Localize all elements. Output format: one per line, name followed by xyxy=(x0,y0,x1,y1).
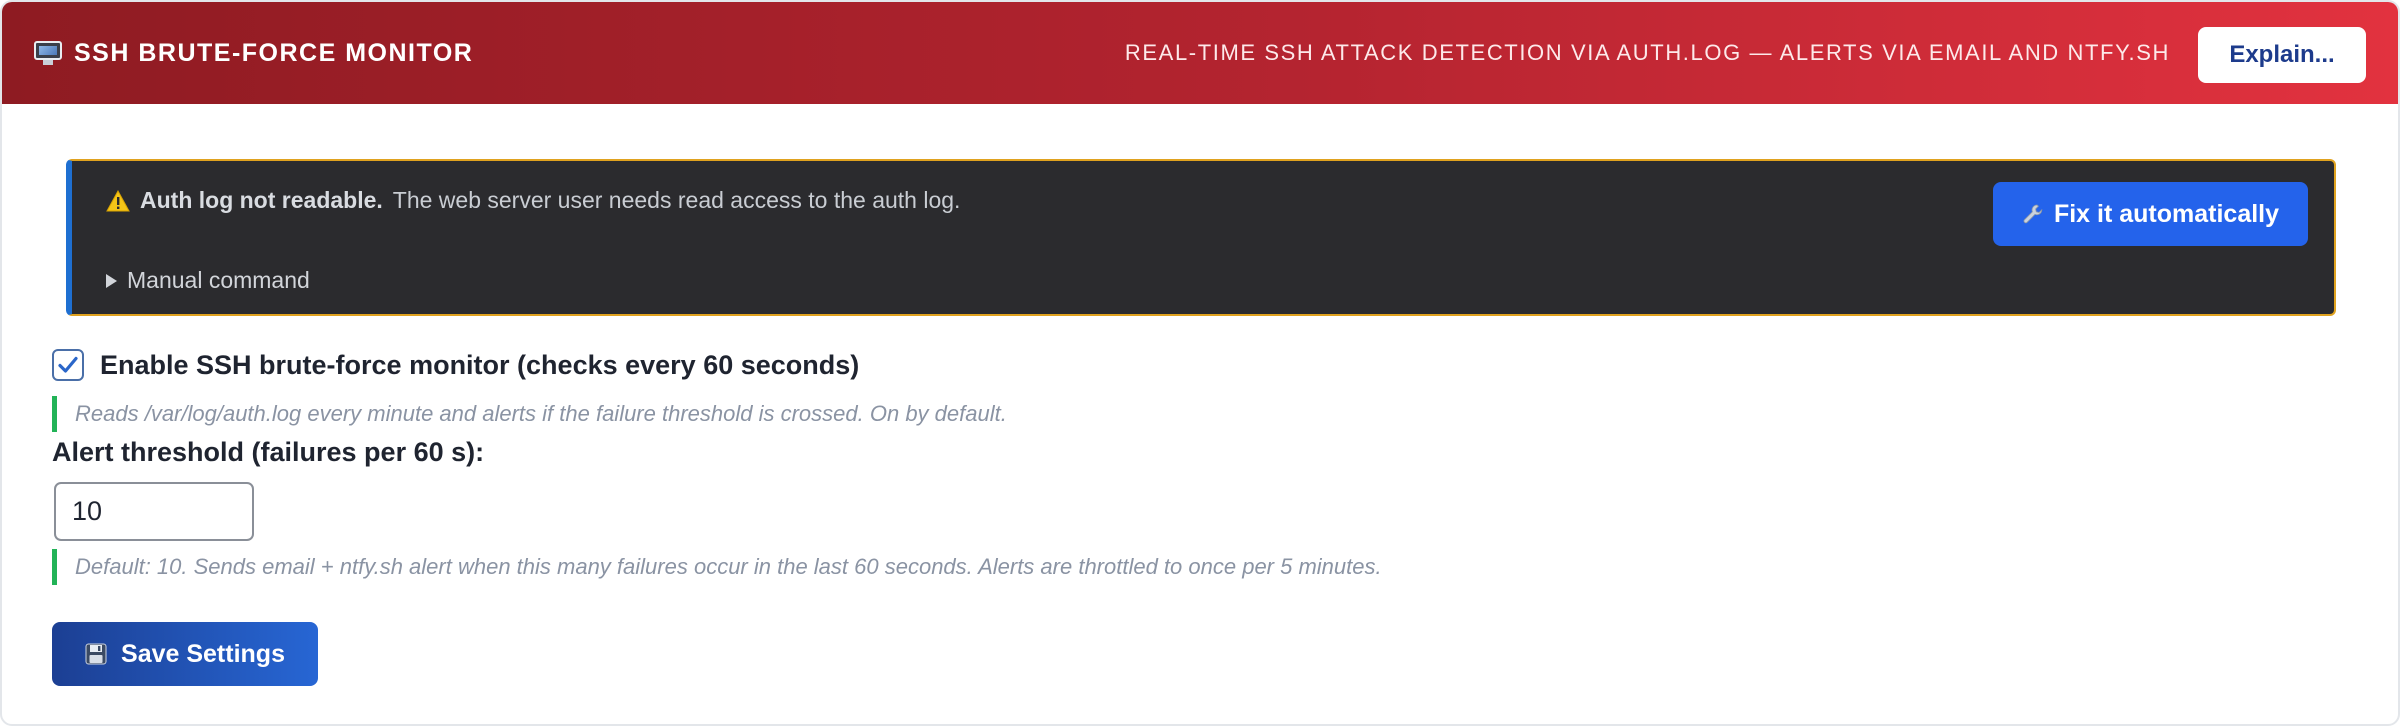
fix-automatically-label: Fix it automatically xyxy=(2053,199,2280,228)
app-title-group: SSH BRUTE-FORCE MONITOR xyxy=(34,2,473,104)
manual-command-label: Manual command xyxy=(127,267,310,293)
disclosure-triangle-icon xyxy=(106,273,117,288)
checkmark-icon xyxy=(58,356,78,373)
warning-icon xyxy=(106,189,130,211)
header-subtitle: REAL-TIME SSH ATTACK DETECTION VIA AUTH.… xyxy=(1124,40,2170,65)
save-settings-label: Save Settings xyxy=(121,639,285,668)
enable-monitor-checkbox[interactable] xyxy=(52,349,84,381)
enable-monitor-label[interactable]: Enable SSH brute-force monitor (checks e… xyxy=(100,350,859,381)
ssh-monitor-panel: SSH BRUTE-FORCE MONITOR REAL-TIME SSH AT… xyxy=(0,0,2400,726)
wrench-icon xyxy=(2023,204,2043,224)
app-title: SSH BRUTE-FORCE MONITOR xyxy=(74,38,474,67)
alert-title: Auth log not readable. xyxy=(140,187,383,213)
threshold-input[interactable] xyxy=(54,482,254,541)
explain-button[interactable]: Explain... xyxy=(2198,27,2366,83)
alert-message: The web server user needs read access to… xyxy=(392,187,961,213)
enable-monitor-row: Enable SSH brute-force monitor (checks e… xyxy=(52,349,859,381)
floppy-disk-icon xyxy=(85,643,107,665)
fix-automatically-button[interactable]: Fix it automatically xyxy=(1993,182,2308,246)
manual-command-toggle[interactable]: Manual command xyxy=(106,267,310,294)
alert-message-line: Auth log not readable. The web server us… xyxy=(106,187,960,214)
auth-log-alert: Auth log not readable. The web server us… xyxy=(66,159,2336,316)
threshold-label: Alert threshold (failures per 60 s): xyxy=(52,437,485,467)
panel-header: SSH BRUTE-FORCE MONITOR REAL-TIME SSH AT… xyxy=(2,2,2398,104)
threshold-hint: Default: 10. Sends email + ntfy.sh alert… xyxy=(52,549,1382,585)
enable-monitor-hint: Reads /var/log/auth.log every minute and… xyxy=(52,396,1007,432)
monitor-icon xyxy=(34,41,62,65)
save-settings-button[interactable]: Save Settings xyxy=(52,622,318,686)
